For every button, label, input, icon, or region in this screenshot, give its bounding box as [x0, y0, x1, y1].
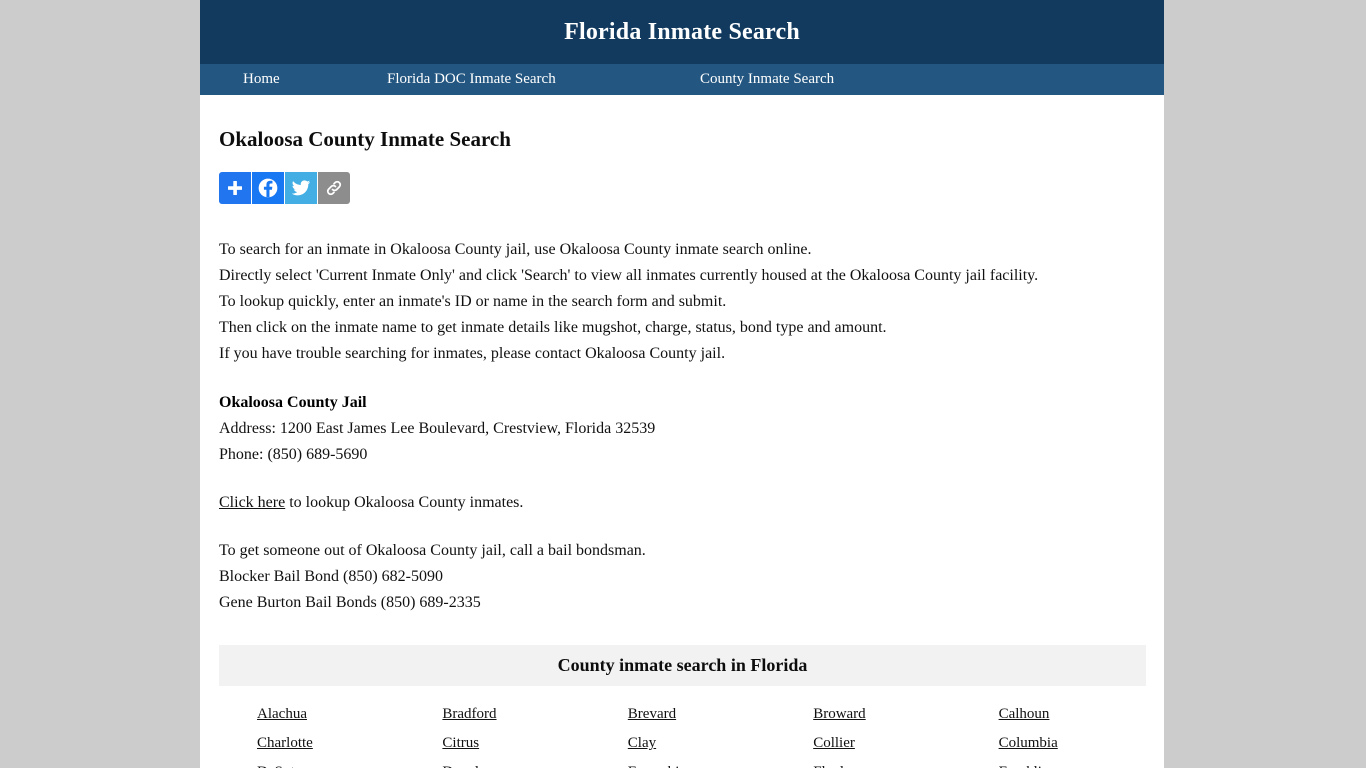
facebook-icon [258, 178, 278, 198]
bail-intro: To get someone out of Okaloosa County ja… [219, 542, 646, 559]
county-link-alachua[interactable]: Alachua [257, 706, 307, 723]
jail-address: Address: 1200 East James Lee Boulevard, … [219, 420, 656, 437]
intro-line-3: To lookup quickly, enter an inmate's ID … [219, 293, 727, 310]
copy-link-icon [326, 180, 342, 196]
county-link-duval[interactable]: Duval [442, 764, 479, 768]
county-link-broward[interactable]: Broward [813, 706, 866, 723]
county-link-brevard[interactable]: Brevard [628, 706, 676, 723]
lookup-rest-text: to lookup Okaloosa County inmates. [285, 494, 524, 511]
county-cell: Columbia [961, 729, 1146, 758]
county-link-calhoun[interactable]: Calhoun [999, 706, 1050, 723]
click-here-link[interactable]: Click here [219, 494, 285, 511]
intro-paragraph: To search for an inmate in Okaloosa Coun… [219, 237, 1145, 367]
county-cell: Broward [775, 700, 960, 729]
facebook-share-button[interactable] [252, 172, 284, 204]
county-cell: Clay [590, 729, 775, 758]
county-cell: Escambia [590, 758, 775, 768]
twitter-icon [291, 180, 311, 196]
county-link-bradford[interactable]: Bradford [442, 706, 496, 723]
county-cell: Flagler [775, 758, 960, 768]
lookup-block: Click here to lookup Okaloosa County inm… [219, 490, 1145, 516]
page-container: Florida Inmate Search Home Florida DOC I… [200, 0, 1164, 768]
jail-phone: Phone: (850) 689-5690 [219, 446, 368, 463]
county-link-citrus[interactable]: Citrus [442, 735, 479, 752]
bail-bondsman-1: Blocker Bail Bond (850) 682-5090 [219, 568, 443, 585]
nav-item-county-inmate-search[interactable]: County Inmate Search [623, 64, 834, 95]
county-link-franklin[interactable]: Franklin [999, 764, 1050, 768]
county-link-flagler[interactable]: Flagler [813, 764, 856, 768]
lookup-line: Click here to lookup Okaloosa County inm… [219, 490, 1145, 516]
county-link-charlotte[interactable]: Charlotte [257, 735, 313, 752]
county-link-clay[interactable]: Clay [628, 735, 656, 752]
twitter-share-button[interactable] [285, 172, 317, 204]
county-cell: Bradford [404, 700, 589, 729]
nav-item-home[interactable]: Home [224, 64, 346, 95]
intro-line-5: If you have trouble searching for inmate… [219, 345, 726, 362]
county-link-collier[interactable]: Collier [813, 735, 855, 752]
county-table-header: County inmate search in Florida [219, 645, 1146, 686]
jail-name: Okaloosa County Jail [219, 394, 367, 411]
addthis-plus-icon [228, 181, 242, 195]
county-cell: Citrus [404, 729, 589, 758]
copy-link-share-button[interactable] [318, 172, 350, 204]
main-content: Okaloosa County Inmate Search To search … [200, 95, 1164, 768]
nav-item-florida-doc-inmate-search[interactable]: Florida DOC Inmate Search [346, 64, 623, 95]
main-navigation: Home Florida DOC Inmate Search County In… [200, 64, 1164, 95]
bail-bondsman-2: Gene Burton Bail Bonds (850) 689-2335 [219, 594, 481, 611]
intro-line-4: Then click on the inmate name to get inm… [219, 319, 887, 336]
addthis-share-button[interactable] [219, 172, 251, 204]
intro-line-1: To search for an inmate in Okaloosa Coun… [219, 241, 812, 258]
site-title: Florida Inmate Search [564, 18, 800, 45]
county-table-title: County inmate search in Florida [557, 655, 808, 675]
page-title: Okaloosa County Inmate Search [219, 127, 511, 151]
county-search-table: County inmate search in Florida Alachua B… [219, 645, 1146, 768]
county-cell: DeSoto [219, 758, 404, 768]
county-cell: Calhoun [961, 700, 1146, 729]
site-header: Florida Inmate Search [200, 0, 1164, 64]
county-links-grid: Alachua Bradford Brevard Broward Calhoun Char… [219, 686, 1146, 768]
county-cell: Franklin [961, 758, 1146, 768]
intro-line-2: Directly select 'Current Inmate Only' an… [219, 267, 1039, 284]
county-cell: Duval [404, 758, 589, 768]
county-cell: Charlotte [219, 729, 404, 758]
social-share-bar [219, 172, 1145, 204]
county-link-columbia[interactable]: Columbia [999, 735, 1058, 752]
county-link-desoto[interactable]: DeSoto [257, 764, 302, 768]
bail-bondsman-block: To get someone out of Okaloosa County ja… [219, 538, 1145, 616]
county-cell: Collier [775, 729, 960, 758]
county-cell: Brevard [590, 700, 775, 729]
county-link-escambia[interactable]: Escambia [628, 764, 686, 768]
page-background: Florida Inmate Search Home Florida DOC I… [0, 0, 1366, 768]
jail-info-block: Okaloosa County Jail Address: 1200 East … [219, 390, 1145, 468]
county-cell: Alachua [219, 700, 404, 729]
